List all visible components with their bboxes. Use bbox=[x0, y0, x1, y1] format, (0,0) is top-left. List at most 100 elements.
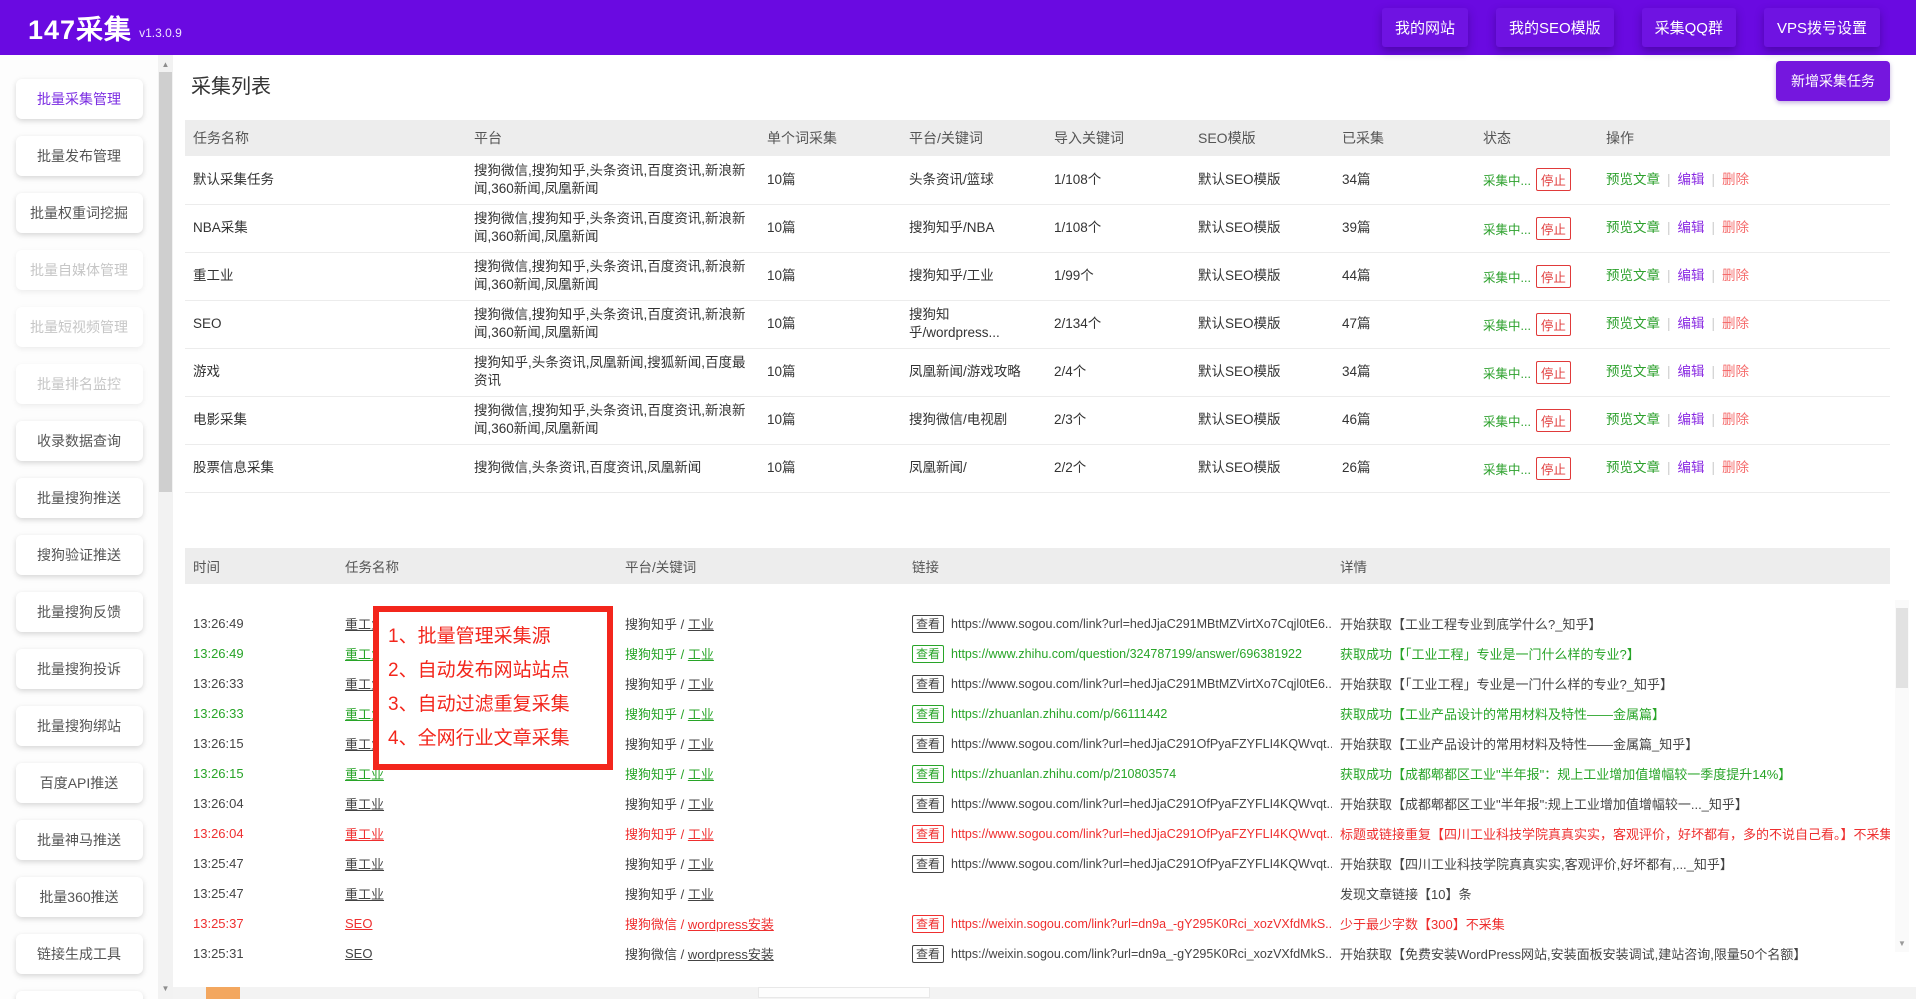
stop-button[interactable]: 停止 bbox=[1536, 361, 1571, 384]
view-button[interactable]: 查看 bbox=[912, 615, 944, 633]
log-task-link[interactable]: 重工业 bbox=[345, 887, 384, 902]
log-url[interactable]: https://zhuanlan.zhihu.com/p/210803574 bbox=[951, 767, 1176, 781]
log-task-link[interactable]: 重工业 bbox=[345, 857, 384, 872]
log-url[interactable]: https://www.sogou.com/link?url=hedJjaC29… bbox=[951, 677, 1332, 691]
stop-button[interactable]: 停止 bbox=[1536, 217, 1571, 240]
log-task-link[interactable]: SEO bbox=[345, 916, 372, 931]
add-task-button[interactable]: 新增采集任务 bbox=[1776, 61, 1890, 101]
sidebar-item[interactable]: 批量排名监控 bbox=[16, 364, 143, 404]
view-button[interactable]: 查看 bbox=[912, 825, 944, 843]
preview-article-link[interactable]: 预览文章 bbox=[1606, 316, 1660, 331]
edit-link[interactable]: 编辑 bbox=[1678, 460, 1705, 475]
view-button[interactable]: 查看 bbox=[912, 675, 944, 693]
scroll-down-icon[interactable]: ▼ bbox=[158, 982, 173, 996]
edit-link[interactable]: 编辑 bbox=[1678, 412, 1705, 427]
view-button[interactable]: 查看 bbox=[912, 915, 944, 933]
top-nav-item[interactable]: 我的网站 bbox=[1382, 8, 1468, 47]
sidebar-item[interactable]: 批量权重词挖掘 bbox=[16, 193, 143, 233]
view-button[interactable]: 查看 bbox=[912, 645, 944, 663]
view-button[interactable]: 查看 bbox=[912, 945, 944, 963]
view-button[interactable]: 查看 bbox=[912, 735, 944, 753]
preview-article-link[interactable]: 预览文章 bbox=[1606, 268, 1660, 283]
delete-link[interactable]: 删除 bbox=[1722, 412, 1749, 427]
log-task-link[interactable]: 重工业 bbox=[345, 797, 384, 812]
stop-button[interactable]: 停止 bbox=[1536, 168, 1571, 191]
scroll-up-icon[interactable]: ▲ bbox=[158, 58, 173, 72]
log-url[interactable]: https://weixin.sogou.com/link?url=dn9a_-… bbox=[951, 917, 1332, 931]
log-keyword-link[interactable]: 工业 bbox=[688, 707, 714, 722]
log-keyword-link[interactable]: 工业 bbox=[688, 737, 714, 752]
sidebar-item[interactable]: 批量发布管理 bbox=[16, 136, 143, 176]
sidebar-item[interactable]: 收录数据查询 bbox=[16, 421, 143, 461]
preview-article-link[interactable]: 预览文章 bbox=[1606, 220, 1660, 235]
edit-link[interactable]: 编辑 bbox=[1678, 316, 1705, 331]
preview-article-link[interactable]: 预览文章 bbox=[1606, 364, 1660, 379]
view-button[interactable]: 查看 bbox=[912, 705, 944, 723]
top-nav-item[interactable]: 采集QQ群 bbox=[1642, 8, 1736, 47]
edit-link[interactable]: 编辑 bbox=[1678, 172, 1705, 187]
view-button[interactable]: 查看 bbox=[912, 795, 944, 813]
delete-link[interactable]: 删除 bbox=[1722, 268, 1749, 283]
sidebar-scrollbar-thumb[interactable] bbox=[159, 72, 172, 492]
sidebar-scrollbar[interactable]: ▲ ▼ bbox=[158, 55, 173, 999]
sidebar-item[interactable]: 批量采集管理 bbox=[16, 79, 143, 119]
log-url[interactable]: https://weixin.sogou.com/link?url=dn9a_-… bbox=[951, 947, 1332, 961]
log-scrollbar[interactable]: ▼ bbox=[1895, 600, 1909, 952]
log-keyword-link[interactable]: 工业 bbox=[688, 797, 714, 812]
sidebar-item[interactable]: 批量360推送 bbox=[16, 877, 143, 917]
preview-article-link[interactable]: 预览文章 bbox=[1606, 412, 1660, 427]
log-task-link[interactable]: 重工业 bbox=[345, 827, 384, 842]
edit-link[interactable]: 编辑 bbox=[1678, 364, 1705, 379]
delete-link[interactable]: 删除 bbox=[1722, 364, 1749, 379]
horizontal-scrollbar-thumb-orange[interactable] bbox=[206, 987, 240, 999]
horizontal-scrollbar[interactable] bbox=[173, 987, 1916, 999]
log-keyword-link[interactable]: 工业 bbox=[688, 827, 714, 842]
sidebar-item[interactable]: 批量自媒体管理 bbox=[16, 250, 143, 290]
preview-article-link[interactable]: 预览文章 bbox=[1606, 172, 1660, 187]
delete-link[interactable]: 删除 bbox=[1722, 220, 1749, 235]
log-scrollbar-thumb[interactable] bbox=[1896, 608, 1908, 688]
sidebar-item[interactable]: 批量搜狗推送 bbox=[16, 478, 143, 518]
log-keyword-link[interactable]: 工业 bbox=[688, 647, 714, 662]
log-url[interactable]: https://www.sogou.com/link?url=hedJjaC29… bbox=[951, 617, 1332, 631]
sidebar-item[interactable]: 百度API推送 bbox=[16, 763, 143, 803]
edit-link[interactable]: 编辑 bbox=[1678, 268, 1705, 283]
top-nav-item[interactable]: VPS拨号设置 bbox=[1764, 8, 1880, 47]
delete-link[interactable]: 删除 bbox=[1722, 316, 1749, 331]
sidebar-item[interactable]: 批量搜狗绑站 bbox=[16, 706, 143, 746]
log-keyword-link[interactable]: 工业 bbox=[688, 767, 714, 782]
sidebar-item[interactable]: 批量搜狗反馈 bbox=[16, 592, 143, 632]
log-url[interactable]: https://www.sogou.com/link?url=hedJjaC29… bbox=[951, 827, 1332, 841]
log-url[interactable]: https://www.zhihu.com/question/324787199… bbox=[951, 647, 1302, 661]
log-url[interactable]: https://www.sogou.com/link?url=hedJjaC29… bbox=[951, 737, 1332, 751]
stop-button[interactable]: 停止 bbox=[1536, 457, 1571, 480]
view-button[interactable]: 查看 bbox=[912, 855, 944, 873]
delete-link[interactable]: 删除 bbox=[1722, 172, 1749, 187]
sidebar-item[interactable]: 搜狗验证推送 bbox=[16, 535, 143, 575]
sidebar-item[interactable]: 链接抓取工具 bbox=[16, 991, 143, 999]
log-keyword-link[interactable]: 工业 bbox=[688, 617, 714, 632]
log-keyword-link[interactable]: 工业 bbox=[688, 857, 714, 872]
log-keyword-link[interactable]: 工业 bbox=[688, 887, 714, 902]
stop-button[interactable]: 停止 bbox=[1536, 265, 1571, 288]
log-keyword-link[interactable]: 工业 bbox=[688, 677, 714, 692]
log-scroll-down-icon[interactable]: ▼ bbox=[1895, 939, 1909, 948]
view-button[interactable]: 查看 bbox=[912, 765, 944, 783]
log-url[interactable]: https://www.sogou.com/link?url=hedJjaC29… bbox=[951, 797, 1332, 811]
sidebar-item[interactable]: 批量神马推送 bbox=[16, 820, 143, 860]
log-url[interactable]: https://www.sogou.com/link?url=hedJjaC29… bbox=[951, 857, 1332, 871]
sidebar-item[interactable]: 链接生成工具 bbox=[16, 934, 143, 974]
stop-button[interactable]: 停止 bbox=[1536, 313, 1571, 336]
log-keyword-link[interactable]: wordpress安装 bbox=[688, 917, 774, 932]
top-nav-item[interactable]: 我的SEO模版 bbox=[1496, 8, 1614, 47]
log-task-link[interactable]: SEO bbox=[345, 946, 372, 961]
preview-article-link[interactable]: 预览文章 bbox=[1606, 460, 1660, 475]
log-url[interactable]: https://zhuanlan.zhihu.com/p/66111442 bbox=[951, 707, 1167, 721]
sidebar-item[interactable]: 批量短视频管理 bbox=[16, 307, 143, 347]
delete-link[interactable]: 删除 bbox=[1722, 460, 1749, 475]
horizontal-scrollbar-thumb[interactable] bbox=[758, 987, 930, 998]
stop-button[interactable]: 停止 bbox=[1536, 409, 1571, 432]
sidebar-item[interactable]: 批量搜狗投诉 bbox=[16, 649, 143, 689]
edit-link[interactable]: 编辑 bbox=[1678, 220, 1705, 235]
log-keyword-link[interactable]: wordpress安装 bbox=[688, 947, 774, 962]
